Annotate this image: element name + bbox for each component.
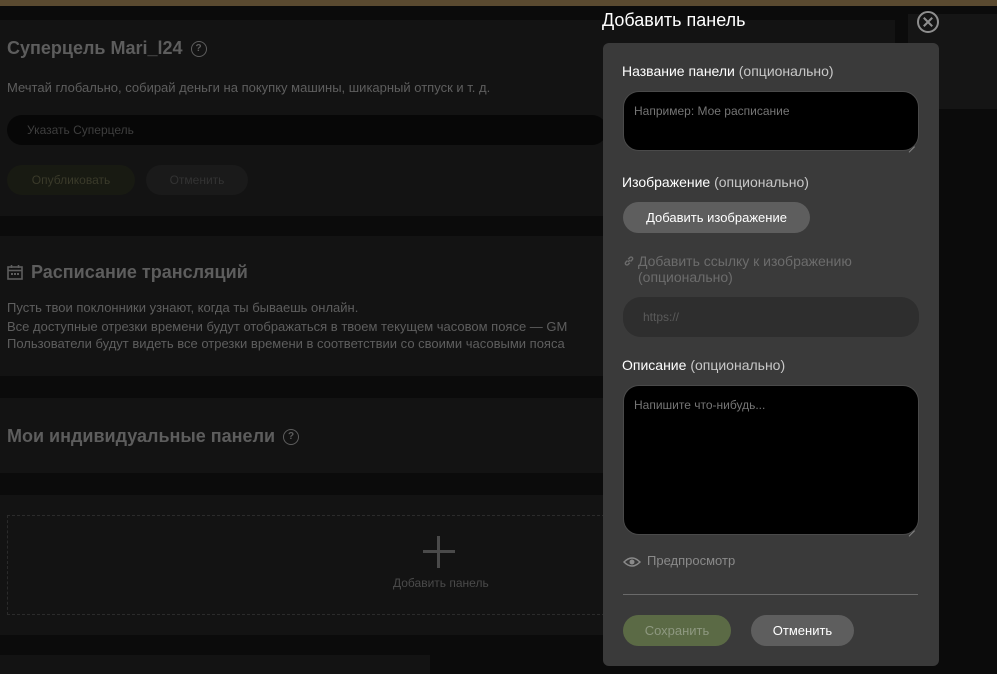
supergoal-description: Мечтай глобально, собирай деньги на поку… (7, 80, 491, 95)
description-optional: (опционально) (690, 357, 786, 373)
schedule-line-2: Все доступные отрезки времени будут отоб… (7, 319, 568, 334)
cancel-button[interactable]: Отменить (751, 615, 854, 646)
image-label-text: Изображение (622, 174, 711, 190)
panel-name-field[interactable] (623, 91, 919, 151)
schedule-title: Расписание трансляций (7, 262, 248, 283)
calendar-icon (7, 265, 23, 280)
schedule-line-3: Пользователи будут видеть все отрезки вр… (7, 336, 565, 351)
name-label-text: Название панели (622, 63, 735, 79)
help-icon[interactable]: ? (190, 41, 207, 58)
description-label-text: Описание (622, 357, 687, 373)
supergoal-title-text: Суперцель Mari_l24 (7, 38, 183, 58)
supergoal-input-placeholder: Указать Суперцель (27, 123, 134, 137)
add-panel-label: Добавить панель (393, 576, 489, 590)
plus-icon (423, 536, 455, 568)
eye-icon (623, 557, 641, 567)
preview-toggle[interactable]: Предпросмотр (647, 553, 735, 568)
add-image-button[interactable]: Добавить изображение (623, 202, 810, 233)
image-label: Изображение (опционально) (622, 174, 809, 190)
supergoal-cancel-button[interactable]: Отменить (146, 165, 248, 195)
description-field[interactable] (623, 385, 919, 535)
modal-divider (623, 594, 918, 595)
supergoal-input[interactable]: Указать Суперцель (7, 115, 607, 145)
name-label: Название панели (опционально) (622, 63, 834, 79)
image-url-field[interactable]: https:// (623, 297, 919, 337)
publish-button[interactable]: Опубликовать (7, 165, 135, 195)
help-icon[interactable]: ? (283, 429, 300, 446)
add-panel-tile[interactable] (7, 515, 605, 615)
bottom-card (0, 655, 430, 674)
resize-handle[interactable] (908, 140, 916, 148)
panels-title: Мои индивидуальные панели? (7, 426, 300, 447)
modal-title: Добавить панель (602, 10, 746, 30)
image-url-placeholder: https:// (643, 310, 680, 324)
resize-handle[interactable] (908, 524, 916, 532)
panels-title-text: Мои индивидуальные панели (7, 426, 276, 446)
image-link-label-line2: (опционально) (638, 269, 733, 285)
save-button[interactable]: Сохранить (623, 615, 731, 646)
image-link-label-line1: Добавить ссылку к изображению (638, 253, 852, 269)
link-icon (624, 256, 634, 266)
description-label: Описание (опционально) (622, 357, 785, 373)
image-link-label: Добавить ссылку к изображению (опциональ… (638, 253, 852, 285)
name-optional: (опционально) (738, 63, 834, 79)
schedule-line-1: Пусть твои поклонники узнают, когда ты б… (7, 300, 359, 315)
supergoal-title: Суперцель Mari_l24? (7, 38, 207, 59)
schedule-title-text: Расписание трансляций (31, 262, 248, 282)
image-optional: (опционально) (714, 174, 809, 190)
close-icon[interactable] (917, 11, 939, 33)
